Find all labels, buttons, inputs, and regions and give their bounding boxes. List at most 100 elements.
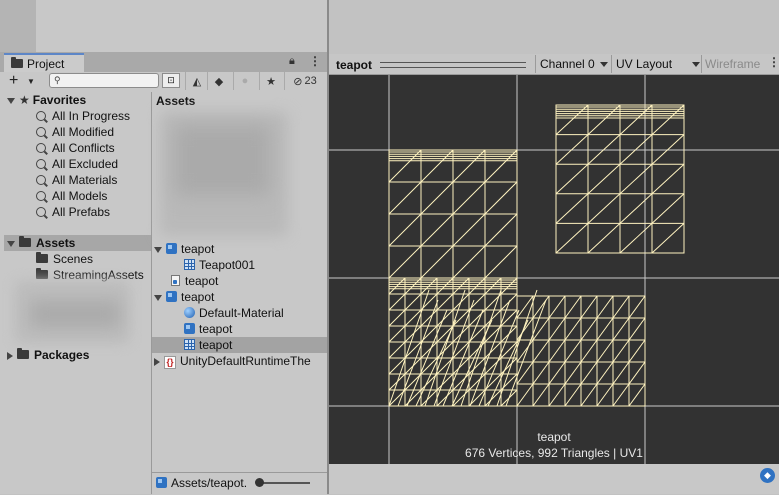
filter-by-log-icon[interactable]: ● [233, 72, 256, 90]
asset-bundle-tag-icon[interactable]: ◆ [760, 468, 775, 483]
channel-dropdown[interactable]: Channel 0 [535, 55, 614, 73]
chevron-down-icon[interactable]: ▼ [27, 77, 35, 86]
uv-edge [420, 245, 454, 279]
uv-edge [516, 361, 534, 385]
uv-edge [619, 193, 653, 224]
uv-edge [484, 245, 518, 279]
drag-handle[interactable] [380, 62, 526, 68]
hidden-packages-toggle[interactable]: ⊘ 23 [284, 72, 325, 90]
assets-folder[interactable]: Assets [7, 235, 75, 251]
model-prefab-icon [166, 291, 177, 302]
asset-item-selected[interactable]: teapot [184, 337, 232, 353]
favorite-item[interactable]: All Models [36, 188, 107, 204]
expand-arrow-icon[interactable] [7, 97, 15, 104]
uv-edge [532, 295, 550, 319]
favorite-item[interactable]: All In Progress [36, 108, 130, 124]
folder-item-scenes[interactable]: Scenes [36, 251, 93, 267]
kebab-menu-icon[interactable]: ⋮ [309, 54, 321, 68]
uv-edge [651, 193, 685, 224]
kebab-menu-icon[interactable]: ⋮ [768, 55, 779, 69]
favorite-item[interactable]: All Modified [36, 124, 114, 140]
uv-edge [420, 181, 454, 215]
uv-edge [555, 223, 589, 254]
filter-by-type-icon[interactable]: ◭ [185, 72, 208, 90]
wireframe-toggle[interactable]: Wireframe [701, 55, 769, 73]
uv-edge [516, 383, 534, 407]
uv-wireframe [329, 75, 779, 464]
asset-item[interactable]: teapot [154, 289, 214, 305]
uv-edge [580, 295, 598, 319]
asset-label: Teapot001 [199, 258, 256, 272]
uv-edge [484, 213, 518, 247]
search-icon: ⚲ [54, 75, 61, 85]
uv-edge [628, 361, 646, 385]
tab-project[interactable]: Project [4, 53, 84, 72]
folder-icon [11, 57, 23, 68]
search-input[interactable]: ⚲ [49, 73, 159, 88]
uv-edge [516, 295, 534, 319]
search-by-type-button[interactable]: ⊡ [162, 73, 180, 88]
packages-folder[interactable]: Packages [7, 347, 89, 363]
uv-edge [587, 134, 621, 165]
asset-label: teapot [181, 242, 215, 256]
favorites-section[interactable]: ★ Favorites [7, 92, 86, 108]
asset-item[interactable]: teapot [184, 321, 232, 337]
uv-edge [651, 163, 685, 195]
lock-icon[interactable]: 🔒︎ [289, 55, 295, 68]
mesh-icon [184, 339, 195, 350]
uv-edge [548, 317, 566, 341]
packages-folder-label: Packages [34, 348, 90, 362]
asset-label: teapot [185, 274, 219, 288]
json-braces-icon: {} [164, 356, 176, 369]
redacted-region [30, 300, 120, 328]
selected-asset-path: Assets/teapot. [156, 475, 247, 491]
asset-label: UnityDefaultRuntimeThe [180, 354, 311, 368]
uv-edge [596, 361, 614, 385]
expand-arrow-icon[interactable] [154, 246, 162, 253]
uv-edge [404, 309, 422, 327]
favorite-item-label: All Modified [52, 125, 115, 139]
search-icon [36, 111, 46, 121]
favorite-item-label: All Models [52, 189, 108, 203]
icon-size-slider[interactable] [258, 482, 310, 484]
uv-edge [580, 339, 598, 363]
expand-arrow-icon[interactable] [7, 351, 13, 360]
preview-bottom-bar [329, 464, 779, 494]
mesh-name-label: teapot [537, 430, 571, 444]
asset-item[interactable]: Default-Material [184, 305, 284, 321]
text-asset-icon [171, 275, 180, 286]
favorite-item[interactable]: All Materials [36, 172, 117, 188]
favorite-item[interactable]: All Excluded [36, 156, 118, 172]
expand-arrow-icon[interactable] [7, 240, 15, 247]
favorite-item-label: All Excluded [52, 157, 119, 171]
slider-thumb[interactable] [255, 478, 264, 487]
search-icon [36, 175, 46, 185]
uv-edge [484, 149, 518, 183]
expand-arrow-icon[interactable] [154, 357, 160, 366]
asset-item[interactable]: teapot [171, 273, 218, 289]
mesh-stats-label: 676 Vertices, 992 Triangles | UV1 [465, 446, 643, 460]
uv-edge [420, 149, 454, 183]
favorites-star-icon[interactable]: ★ [259, 72, 282, 90]
add-button[interactable]: + [9, 72, 18, 90]
uv-edge [596, 383, 614, 407]
expand-arrow-icon[interactable] [154, 294, 162, 301]
asset-item[interactable]: teapot [154, 241, 214, 257]
uv-edge [564, 361, 582, 385]
mesh-icon [184, 259, 195, 270]
asset-item[interactable]: {} UnityDefaultRuntimeThe [154, 353, 311, 369]
folder-icon [36, 268, 48, 279]
favorite-item-label: All Prefabs [52, 205, 111, 219]
uv-edge [564, 317, 582, 341]
filter-by-label-icon[interactable]: ◆ [207, 72, 230, 90]
asset-item[interactable]: Teapot001 [184, 257, 255, 273]
model-prefab-icon [184, 323, 195, 334]
favorite-item-label: All Materials [52, 173, 118, 187]
uv-layout-viewport[interactable] [329, 75, 779, 464]
uv-edge [587, 163, 621, 195]
favorite-item[interactable]: All Prefabs [36, 204, 110, 220]
uv-edge [628, 295, 646, 319]
layout-dropdown[interactable]: UV Layout [611, 55, 706, 73]
favorite-item[interactable]: All Conflicts [36, 140, 115, 156]
favorites-label: Favorites [32, 93, 87, 107]
